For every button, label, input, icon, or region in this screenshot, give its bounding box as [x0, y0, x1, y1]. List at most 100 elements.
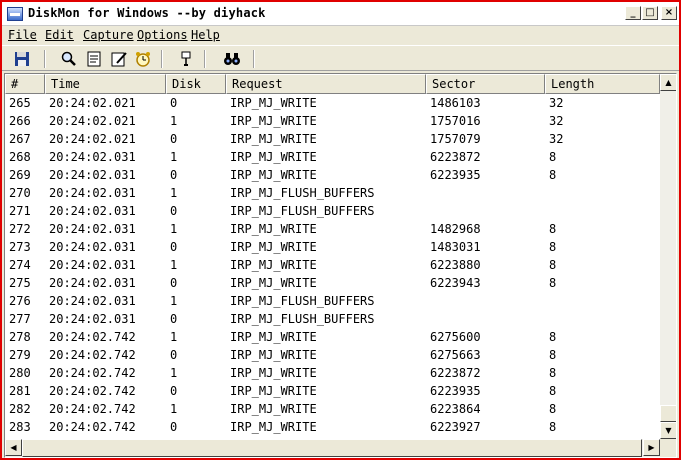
menu-edit[interactable]: Edit: [45, 28, 74, 42]
menu-help[interactable]: Help: [191, 28, 220, 42]
column-header-length[interactable]: Length: [545, 74, 660, 94]
table-row[interactable]: 279 20:24:02.742 0 IRP_MJ_WRITE 6275663 8: [5, 346, 660, 364]
row-length: 8: [549, 168, 557, 182]
vertical-scroll-thumb[interactable]: [660, 405, 676, 422]
save-icon[interactable]: [12, 49, 32, 69]
edit-icon[interactable]: [109, 49, 129, 69]
row-request: IRP_MJ_WRITE: [230, 366, 317, 380]
menu-file[interactable]: File: [8, 28, 37, 42]
row-length: 8: [549, 258, 557, 272]
scroll-left-button[interactable]: ◀: [5, 439, 22, 456]
row-disk: 1: [170, 114, 178, 128]
row-request: IRP_MJ_WRITE: [230, 96, 317, 110]
table-row[interactable]: 275 20:24:02.031 0 IRP_MJ_WRITE 6223943 8: [5, 274, 660, 292]
row-number: 269: [9, 168, 31, 182]
table-row[interactable]: 273 20:24:02.031 0 IRP_MJ_WRITE 1483031 8: [5, 238, 660, 256]
find-icon[interactable]: [58, 49, 78, 69]
column-header-sector[interactable]: Sector: [426, 74, 545, 94]
row-time: 20:24:02.031: [49, 258, 136, 272]
row-disk: 0: [170, 240, 178, 254]
row-time: 20:24:02.742: [49, 384, 136, 398]
row-length: 32: [549, 114, 564, 128]
column-header-disk[interactable]: Disk: [166, 74, 226, 94]
row-time: 20:24:02.031: [49, 150, 136, 164]
table-row[interactable]: 267 20:24:02.021 0 IRP_MJ_WRITE 1757079 32: [5, 130, 660, 148]
scroll-right-button[interactable]: ▶: [643, 439, 660, 456]
vertical-scrollbar[interactable]: ▲ ▼: [660, 74, 676, 439]
row-request: IRP_MJ_WRITE: [230, 132, 317, 146]
clock-icon[interactable]: [133, 49, 153, 69]
table-row[interactable]: 271 20:24:02.031 0 IRP_MJ_FLUSH_BUFFERS: [5, 202, 660, 220]
row-number: 278: [9, 330, 31, 344]
row-length: 32: [549, 96, 564, 110]
table-row[interactable]: 281 20:24:02.742 0 IRP_MJ_WRITE 6223935 8: [5, 382, 660, 400]
row-number: 279: [9, 348, 31, 362]
row-time: 20:24:02.031: [49, 312, 136, 326]
horizontal-scrollbar[interactable]: ◀ ▶: [5, 439, 660, 457]
row-disk: 0: [170, 204, 178, 218]
window-title: DiskMon for Windows --by diyhack: [28, 6, 266, 20]
row-sector: 6223872: [430, 150, 481, 164]
binoculars-icon[interactable]: [222, 49, 242, 69]
table-row[interactable]: 270 20:24:02.031 1 IRP_MJ_FLUSH_BUFFERS: [5, 184, 660, 202]
row-disk: 0: [170, 420, 178, 434]
row-disk: 1: [170, 366, 178, 380]
row-length: 8: [549, 150, 557, 164]
row-request: IRP_MJ_FLUSH_BUFFERS: [230, 186, 375, 200]
column-header-request[interactable]: Request: [226, 74, 426, 94]
menu-options-label: Options: [137, 28, 188, 42]
toolbar: [2, 45, 679, 71]
table-row[interactable]: 278 20:24:02.742 1 IRP_MJ_WRITE 6275600 8: [5, 328, 660, 346]
menu-capture[interactable]: Capture: [83, 28, 134, 42]
app-disk-icon: [7, 7, 23, 21]
row-sector: 6223927: [430, 420, 481, 434]
row-disk: 0: [170, 384, 178, 398]
row-number: 266: [9, 114, 31, 128]
horizontal-scroll-thumb[interactable]: [22, 439, 642, 457]
table-row[interactable]: 272 20:24:02.031 1 IRP_MJ_WRITE 1482968 8: [5, 220, 660, 238]
table-row[interactable]: 266 20:24:02.021 1 IRP_MJ_WRITE 1757016 32: [5, 112, 660, 130]
properties-icon[interactable]: [84, 49, 104, 69]
row-time: 20:24:02.031: [49, 276, 136, 290]
maximize-button[interactable]: □: [642, 6, 658, 20]
table-row[interactable]: 268 20:24:02.031 1 IRP_MJ_WRITE 6223872 8: [5, 148, 660, 166]
column-header-number[interactable]: #: [5, 74, 45, 94]
table-row[interactable]: 283 20:24:02.742 0 IRP_MJ_WRITE 6223927 8: [5, 418, 660, 436]
title-bar[interactable]: DiskMon for Windows --by diyhack _ □ ×: [2, 2, 679, 26]
table-row[interactable]: 269 20:24:02.031 0 IRP_MJ_WRITE 6223935 8: [5, 166, 660, 184]
menu-capture-label: Capture: [83, 28, 134, 42]
row-sector: 1757079: [430, 132, 481, 146]
row-sector: 6223880: [430, 258, 481, 272]
row-number: 281: [9, 384, 31, 398]
column-header-time[interactable]: Time: [45, 74, 166, 94]
row-length: 8: [549, 348, 557, 362]
table-row[interactable]: 274 20:24:02.031 1 IRP_MJ_WRITE 6223880 8: [5, 256, 660, 274]
row-length: 8: [549, 222, 557, 236]
table-row[interactable]: 265 20:24:02.021 0 IRP_MJ_WRITE 1486103 32: [5, 94, 660, 112]
disk-activity-list[interactable]: # Time Disk Request Sector Length 265 20:…: [4, 73, 677, 458]
row-number: 280: [9, 366, 31, 380]
close-button[interactable]: ×: [661, 6, 677, 20]
row-disk: 1: [170, 258, 178, 272]
minimize-button[interactable]: _: [625, 6, 641, 20]
row-sector: 1482968: [430, 222, 481, 236]
row-disk: 0: [170, 132, 178, 146]
table-row[interactable]: 280 20:24:02.742 1 IRP_MJ_WRITE 6223872 8: [5, 364, 660, 382]
row-time: 20:24:02.742: [49, 402, 136, 416]
scroll-down-button[interactable]: ▼: [660, 422, 676, 439]
row-sector: 6223935: [430, 168, 481, 182]
row-length: 8: [549, 276, 557, 290]
row-request: IRP_MJ_WRITE: [230, 402, 317, 416]
row-request: IRP_MJ_WRITE: [230, 150, 317, 164]
table-row[interactable]: 282 20:24:02.742 1 IRP_MJ_WRITE 6223864 8: [5, 400, 660, 418]
row-time: 20:24:02.031: [49, 240, 136, 254]
filter-icon[interactable]: [176, 49, 196, 69]
table-row[interactable]: 277 20:24:02.031 0 IRP_MJ_FLUSH_BUFFERS: [5, 310, 660, 328]
menu-options[interactable]: Options: [137, 28, 188, 42]
row-disk: 0: [170, 168, 178, 182]
scroll-up-button[interactable]: ▲: [660, 74, 676, 91]
row-disk: 1: [170, 186, 178, 200]
row-time: 20:24:02.021: [49, 96, 136, 110]
row-request: IRP_MJ_FLUSH_BUFFERS: [230, 204, 375, 218]
table-row[interactable]: 276 20:24:02.031 1 IRP_MJ_FLUSH_BUFFERS: [5, 292, 660, 310]
